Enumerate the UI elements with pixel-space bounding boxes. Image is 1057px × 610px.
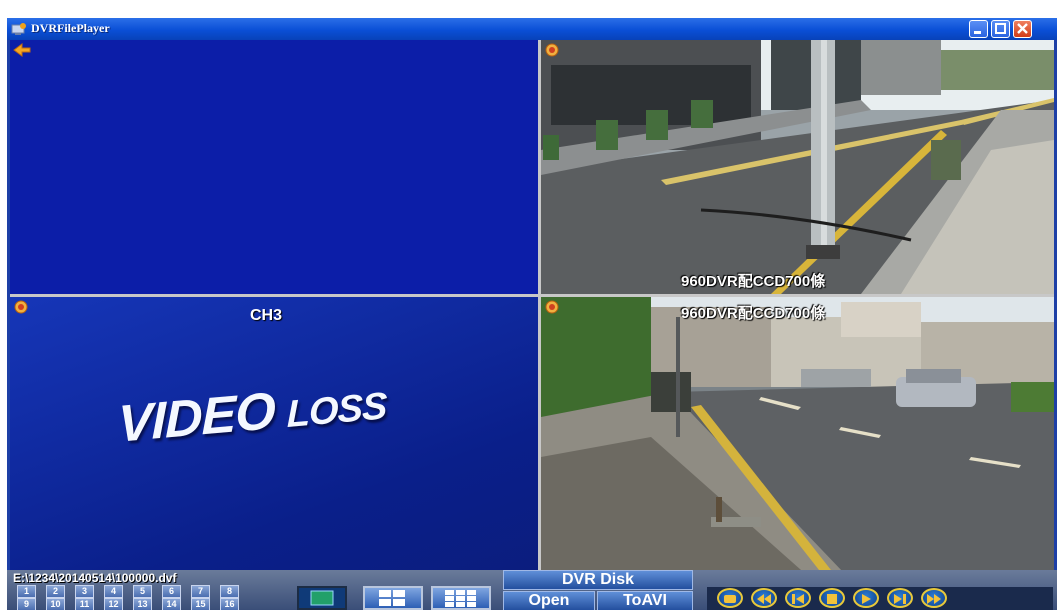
fast-forward-button[interactable] (921, 588, 947, 608)
app-window: DVRFilePlayer 960DVR配CCD700條 CH3 VIDEO L… (7, 18, 1057, 610)
play-icon (862, 594, 871, 604)
rewind-button[interactable] (751, 588, 777, 608)
channel-select-button-6[interactable]: 6 (162, 585, 181, 598)
channel-select-button-9[interactable]: 9 (17, 598, 36, 610)
title-bar[interactable]: DVRFilePlayer (7, 18, 1057, 40)
close-icon (1017, 23, 1028, 34)
channel-1-panel[interactable] (10, 40, 538, 294)
layout-1-icon (310, 590, 334, 606)
close-button[interactable] (1013, 20, 1032, 38)
channel-select-button-10[interactable]: 10 (46, 598, 65, 610)
channel-status-icon (545, 43, 559, 57)
channel-select-button-12[interactable]: 12 (104, 598, 123, 610)
stop-button[interactable] (819, 588, 845, 608)
playback-controls (707, 587, 1053, 610)
minimize-icon (974, 31, 981, 34)
channel-2-panel[interactable]: 960DVR配CCD700條 (541, 40, 1054, 294)
layout-1-button[interactable] (297, 586, 347, 610)
open-button[interactable]: Open (503, 591, 595, 610)
channel-3-panel[interactable]: CH3 VIDEO LOSS (10, 297, 538, 570)
dvr-disk-button[interactable]: DVR Disk (503, 570, 693, 590)
channel-select-button-3[interactable]: 3 (75, 585, 94, 598)
channel-4-panel[interactable]: 960DVR配CCD700條 (541, 297, 1054, 570)
maximize-icon (995, 23, 1006, 34)
rewind-icon (757, 594, 771, 604)
stop-icon (827, 594, 837, 604)
channel-select-button-7[interactable]: 7 (191, 585, 210, 598)
fast-forward-icon (927, 594, 941, 604)
control-bar: E:\1234\20140514\100000.dvf 1 2 3 4 5 6 7 8 9 10 1… (7, 570, 1057, 610)
video-loss-main: VIDEO (118, 382, 275, 454)
step-back-icon (792, 594, 804, 604)
window-title: DVRFilePlayer (31, 21, 110, 35)
channel-4-video (541, 297, 1054, 570)
channel-status-icon (13, 43, 31, 57)
channel-status-icon (14, 300, 28, 314)
channel-select-button-8[interactable]: 8 (220, 585, 239, 598)
channel-status-icon (545, 300, 559, 314)
step-back-button[interactable] (785, 588, 811, 608)
minimize-button[interactable] (969, 20, 988, 38)
channel-select-button-16[interactable]: 16 (220, 598, 239, 610)
capture-button[interactable] (717, 588, 743, 608)
video-loss-text: VIDEO LOSS (118, 371, 386, 454)
channel-2-osd: 960DVR配CCD700條 (681, 273, 826, 290)
video-grid: 960DVR配CCD700條 CH3 VIDEO LOSS 960DVR配CCD… (10, 40, 1054, 570)
channel-select-button-11[interactable]: 11 (75, 598, 94, 610)
channel-label: CH3 (250, 307, 283, 324)
channel-4-osd: 960DVR配CCD700條 (681, 305, 826, 322)
channel-select-button-4[interactable]: 4 (104, 585, 123, 598)
capture-icon (724, 595, 736, 603)
app-icon (11, 23, 26, 35)
play-button[interactable] (853, 588, 879, 608)
toavi-button[interactable]: ToAVI (597, 591, 693, 610)
layout-9-icon (445, 590, 476, 607)
channel-2-video (541, 40, 1054, 294)
layout-4-button[interactable] (363, 586, 423, 610)
channel-select-button-1[interactable]: 1 (17, 585, 36, 598)
channel-select-button-2[interactable]: 2 (46, 585, 65, 598)
layout-4-icon (379, 590, 405, 606)
maximize-button[interactable] (991, 20, 1010, 38)
file-path: E:\1234\20140514\100000.dvf (13, 571, 177, 585)
channel-select-button-13[interactable]: 13 (133, 598, 152, 610)
channel-select-button-14[interactable]: 14 (162, 598, 181, 610)
step-forward-button[interactable] (887, 588, 913, 608)
channel-select-button-15[interactable]: 15 (191, 598, 210, 610)
layout-9-button[interactable] (431, 586, 491, 610)
step-forward-icon (894, 594, 906, 604)
video-loss-sub: LOSS (286, 385, 387, 436)
channel-select-button-5[interactable]: 5 (133, 585, 152, 598)
